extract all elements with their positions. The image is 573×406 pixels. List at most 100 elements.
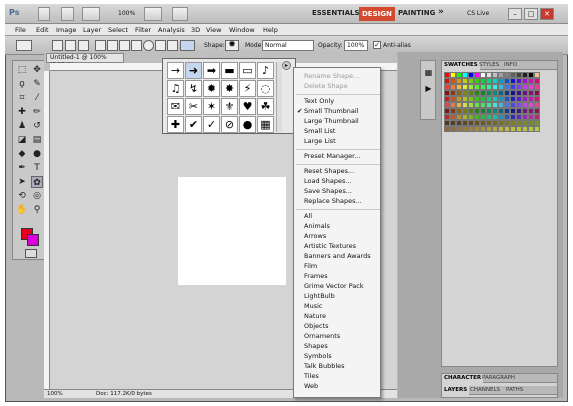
menu-item-replace-shapes[interactable]: Replace Shapes... [304, 197, 362, 205]
custom-shape-icon[interactable] [180, 40, 195, 51]
close-icon[interactable]: ✕ [540, 8, 554, 20]
pen-tool-icon[interactable]: ✒ [16, 162, 28, 174]
menu-item-preset-manager[interactable]: Preset Manager... [304, 152, 360, 160]
tab-swatches[interactable]: SWATCHES [442, 61, 480, 70]
background-color-swatch[interactable] [27, 234, 39, 246]
shape-thumbnail[interactable]: ● [239, 116, 256, 133]
menu-analysis[interactable]: Analysis [158, 26, 185, 34]
lasso-tool-icon[interactable]: ϙ [16, 78, 28, 90]
menu-item-symbols[interactable]: Symbols [304, 352, 332, 360]
menu-3d[interactable]: 3D [191, 26, 200, 34]
blur-tool-icon[interactable]: ◆ [16, 148, 28, 160]
screen-mode-icon[interactable] [172, 7, 188, 21]
mode-select[interactable]: Normal [262, 40, 314, 51]
maximize-icon[interactable]: □ [524, 8, 538, 20]
ellipse-icon[interactable] [143, 40, 154, 51]
zoom-tool-icon[interactable]: ⚲ [31, 204, 43, 216]
eraser-tool-icon[interactable]: ◪ [16, 134, 28, 146]
menu-edit[interactable]: Edit [36, 26, 49, 34]
menu-item-music[interactable]: Music [304, 302, 323, 310]
workspace-essentials[interactable]: ESSENTIALS [312, 9, 360, 17]
shape-thumbnail[interactable]: ✚ [167, 116, 184, 133]
menu-image[interactable]: Image [56, 26, 76, 34]
antialias-checkbox[interactable]: ✓ [373, 41, 381, 49]
color-swatch[interactable] [534, 126, 540, 132]
healing-brush-icon[interactable]: ✚ [16, 106, 28, 118]
fill-pixels-icon[interactable] [78, 40, 89, 51]
path-select-tool-icon[interactable]: ➤ [16, 176, 28, 188]
freeform-pen-icon[interactable] [107, 40, 118, 51]
menu-item-ornaments[interactable]: Ornaments [304, 332, 340, 340]
paths-icon[interactable] [65, 40, 76, 51]
quick-select-tool-icon[interactable]: ✎ [31, 78, 43, 90]
line-icon[interactable] [167, 40, 178, 51]
tab-paths[interactable]: PATHS [504, 386, 525, 395]
clone-stamp-icon[interactable]: ♟ [16, 120, 28, 132]
shape-thumbnail[interactable]: ✹ [203, 80, 220, 97]
history-brush-icon[interactable]: ↺ [31, 120, 43, 132]
crop-tool-icon[interactable]: ⌗ [16, 92, 28, 104]
picker-scrollbar[interactable] [276, 62, 282, 132]
move-tool-icon[interactable]: ✥ [31, 64, 43, 76]
arrange-documents-icon[interactable] [144, 7, 162, 21]
menu-item-text-only[interactable]: Text Only [304, 97, 334, 105]
menu-item-tiles[interactable]: Tiles [304, 372, 319, 380]
actions-panel-icon[interactable]: ▶ [423, 83, 434, 94]
tab-channels[interactable]: CHANNELS [468, 386, 502, 395]
shape-thumbnail[interactable]: ▭ [239, 62, 256, 79]
menu-item-load-shapes[interactable]: Load Shapes... [304, 177, 352, 185]
shape-thumbnail[interactable]: ⊘ [221, 116, 238, 133]
tab-info[interactable]: INFO [502, 61, 519, 70]
tab-paragraph[interactable]: PARAGRAPH [480, 374, 517, 383]
bridge-icon[interactable] [38, 7, 50, 21]
menu-item-reset-shapes[interactable]: Reset Shapes... [304, 167, 354, 175]
menu-item-frames[interactable]: Frames [304, 272, 328, 280]
mini-bridge-icon[interactable] [61, 7, 74, 21]
menu-file[interactable]: File [15, 26, 26, 34]
menu-help[interactable]: Help [263, 26, 278, 34]
shape-layers-icon[interactable] [52, 40, 63, 51]
menu-item-save-shapes[interactable]: Save Shapes... [304, 187, 352, 195]
hand-tool-icon[interactable]: ✋ [16, 204, 28, 216]
custom-shape-tool-icon[interactable]: ✿ [31, 176, 43, 188]
document-canvas[interactable] [178, 177, 286, 285]
menu-item-large-list[interactable]: Large List [304, 137, 336, 145]
menu-window[interactable]: Window [229, 26, 255, 34]
menu-item-talk-bubbles[interactable]: Talk Bubbles [304, 362, 345, 370]
shape-thumbnail[interactable]: ✓ [203, 116, 220, 133]
view-extras-icon[interactable] [82, 7, 100, 21]
pen-tool-icon[interactable] [95, 40, 106, 51]
menu-item-animals[interactable]: Animals [304, 222, 330, 230]
rounded-rectangle-icon[interactable] [131, 40, 142, 51]
shape-thumbnail[interactable]: ♥ [239, 98, 256, 115]
shape-thumbnail[interactable]: ➡ [203, 62, 220, 79]
shape-thumbnail[interactable]: ◌ [257, 80, 274, 97]
status-zoom[interactable]: 100% [47, 391, 63, 397]
tab-character[interactable]: CHARACTER [442, 374, 484, 383]
workspace-painting[interactable]: PAINTING [398, 9, 435, 17]
menu-select[interactable]: Select [108, 26, 128, 34]
minimize-icon[interactable]: – [508, 8, 522, 20]
shape-thumbnail[interactable]: ✔ [185, 116, 202, 133]
eyedropper-tool-icon[interactable]: ⁄ [31, 92, 43, 104]
opacity-input[interactable]: 100% [344, 40, 368, 51]
menu-item-shapes[interactable]: Shapes [304, 342, 328, 350]
3d-orbit-tool-icon[interactable]: ◎ [31, 190, 43, 202]
history-panel-icon[interactable]: ▦ [423, 67, 434, 78]
shape-thumbnail[interactable]: ✸ [221, 80, 238, 97]
cs-live-button[interactable]: CS Live [467, 10, 489, 17]
tool-preset-picker-icon[interactable] [16, 40, 32, 51]
shape-preview-icon[interactable]: ✹ [225, 40, 239, 51]
shape-thumbnail[interactable]: ✂ [185, 98, 202, 115]
shape-thumbnail[interactable]: → [167, 62, 184, 79]
menu-item-grime-vector-pack[interactable]: Grime Vector Pack [304, 282, 364, 290]
gradient-tool-icon[interactable]: ▤ [31, 134, 43, 146]
marquee-tool-icon[interactable]: ⬚ [16, 64, 28, 76]
shape-thumbnail[interactable]: ▦ [257, 116, 274, 133]
menu-item-small-thumbnail[interactable]: Small Thumbnail [304, 107, 359, 115]
menu-item-lightbulb[interactable]: LightBulb [304, 292, 335, 300]
document-tab[interactable]: Untitled-1 @ 100% (RGB/8) [46, 53, 124, 69]
rectangle-icon[interactable] [119, 40, 130, 51]
dodge-tool-icon[interactable]: ● [31, 148, 43, 160]
menu-item-banners-and-awards[interactable]: Banners and Awards [304, 252, 371, 260]
